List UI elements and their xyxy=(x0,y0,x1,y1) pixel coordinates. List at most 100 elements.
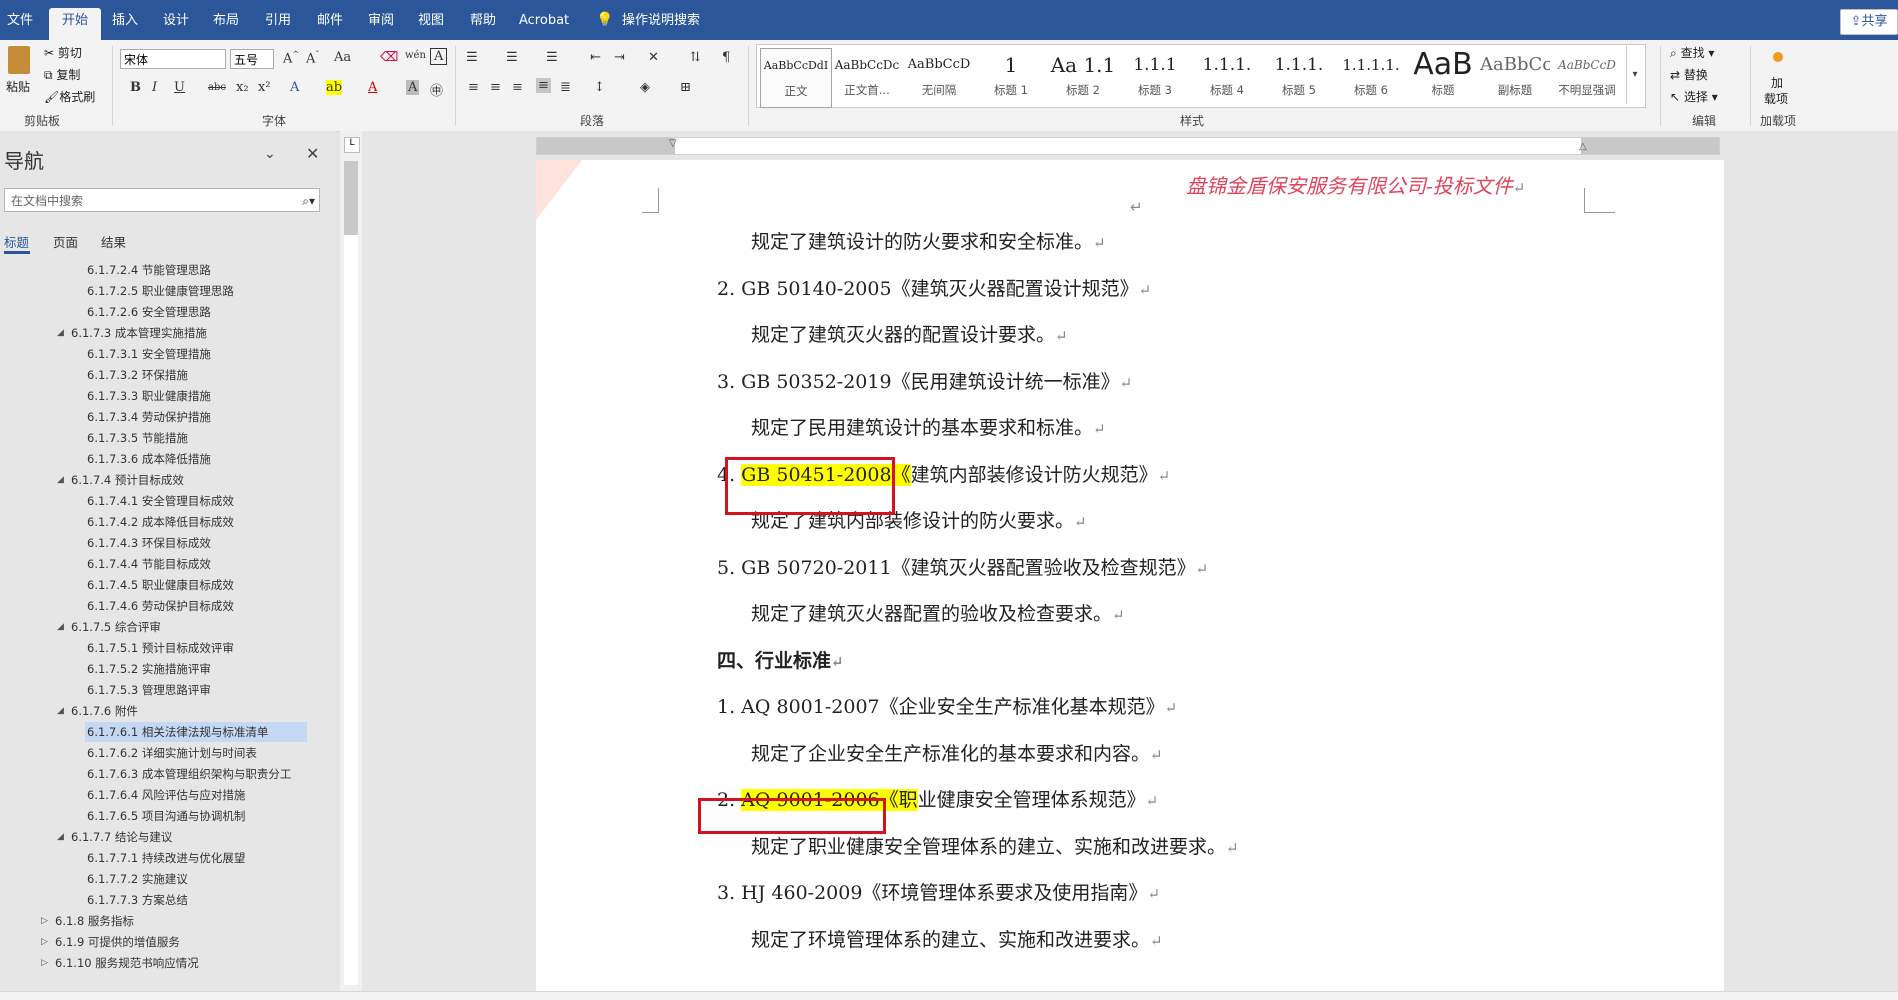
nav-heading-item[interactable]: 6.1.7.6.3 成本管理组织架构与职责分工 xyxy=(85,764,291,784)
nav-heading-item[interactable]: 6.1.7.6 附件 xyxy=(69,701,138,721)
search-icon[interactable]: ⌕▾ xyxy=(302,189,315,213)
nav-heading-item[interactable]: 6.1.7.6.1 相关法律法规与标准清单 xyxy=(85,722,307,742)
copy-button[interactable]: ⧉ 复制 xyxy=(44,66,80,83)
bullets-icon[interactable]: ☰ xyxy=(466,50,478,65)
style-4[interactable]: Aa 1.1 标题 2 xyxy=(1048,48,1118,106)
clear-format-icon[interactable]: ⌫ xyxy=(380,50,398,65)
collapse-icon[interactable]: ◢ xyxy=(57,328,64,338)
standard-description[interactable]: 规定了民用建筑设计的基本要求和标准。↵ xyxy=(751,413,1106,440)
nav-heading-item[interactable]: 6.1.10 服务规范书响应情况 xyxy=(53,953,199,973)
collapse-icon[interactable]: ◢ xyxy=(57,622,64,632)
nav-tab-0[interactable]: 标题 xyxy=(4,232,29,251)
style-5[interactable]: 1.1.1 标题 3 xyxy=(1120,48,1190,106)
bold-icon[interactable]: B xyxy=(130,80,141,95)
expand-icon[interactable]: ▷ xyxy=(41,937,48,947)
font-color-icon[interactable]: A xyxy=(368,80,377,95)
ribbon-tab-9[interactable]: 帮助 xyxy=(470,8,496,40)
style-8[interactable]: 1.1.1.1. 标题 6 xyxy=(1336,48,1406,106)
asian-layout-icon[interactable]: ✕ xyxy=(648,50,659,65)
format-painter-button[interactable]: 🖌格式刷 xyxy=(44,88,95,105)
page-header-text[interactable]: 盘锦金盾保安服务有限公司-投标文件↵ xyxy=(1186,170,1525,199)
nav-heading-item[interactable]: 6.1.7.5.2 实施措施评审 xyxy=(85,659,211,679)
nav-heading-item[interactable]: 6.1.7.3.1 安全管理措施 xyxy=(85,344,211,364)
text-effects-icon[interactable]: A xyxy=(290,80,299,95)
share-button[interactable]: ⇪共享 xyxy=(1840,9,1898,35)
section-heading[interactable]: 四、行业标准↵ xyxy=(717,646,844,673)
collapse-icon[interactable]: ◢ xyxy=(57,832,64,842)
indent-marker-icon[interactable]: ▽ xyxy=(669,138,677,149)
standard-description[interactable]: 规定了企业安全生产标准化的基本要求和内容。↵ xyxy=(751,739,1163,766)
nav-heading-item[interactable]: 6.1.7.6.5 项目沟通与协调机制 xyxy=(85,806,245,826)
style-3[interactable]: 1 标题 1 xyxy=(976,48,1046,106)
document-page[interactable]: 盘锦金盾保安服务有限公司-投标文件↵ ↵ 规定了建筑设计的防火要求和安全标准。↵… xyxy=(536,160,1724,1000)
enclose-char-icon[interactable]: ㊥ xyxy=(430,80,443,99)
subscript-icon[interactable]: x₂ xyxy=(236,80,249,95)
shading-icon[interactable]: ◈ xyxy=(640,80,650,95)
standard-description[interactable]: 规定了职业健康安全管理体系的建立、实施和改进要求。↵ xyxy=(751,832,1239,859)
nav-heading-item[interactable]: 6.1.7.4.1 安全管理目标成效 xyxy=(85,491,234,511)
borders-icon[interactable]: ⊞ xyxy=(680,80,691,95)
ribbon-tab-1[interactable]: 开始 xyxy=(49,8,102,40)
paste-button[interactable]: 粘贴 xyxy=(6,78,30,95)
font-name-combo[interactable]: 宋体 xyxy=(120,49,226,69)
nav-heading-item[interactable]: 6.1.7.7.3 方案总结 xyxy=(85,890,188,910)
nav-heading-item[interactable]: 6.1.7.4.5 职业健康目标成效 xyxy=(85,575,234,595)
nav-tab-1[interactable]: 页面 xyxy=(53,232,78,251)
style-10[interactable]: AaBbCc 副标题 xyxy=(1480,48,1550,106)
standard-description[interactable]: 规定了环境管理体系的建立、实施和改进要求。↵ xyxy=(751,925,1163,952)
nav-heading-item[interactable]: 6.1.7.4.4 节能目标成效 xyxy=(85,554,211,574)
select-button[interactable]: ↖ 选择 ▾ xyxy=(1670,88,1718,105)
nav-heading-item[interactable]: 6.1.7.3.3 职业健康措施 xyxy=(85,386,211,406)
ribbon-tab-6[interactable]: 邮件 xyxy=(317,8,343,40)
char-shading-icon[interactable]: A xyxy=(406,80,420,95)
style-9[interactable]: AaB 标题 xyxy=(1408,48,1478,106)
nav-heading-item[interactable]: 6.1.7.6.2 详细实施计划与时间表 xyxy=(85,743,257,763)
grow-font-icon[interactable]: A^ xyxy=(283,50,299,66)
superscript-icon[interactable]: x² xyxy=(258,80,271,95)
chevron-down-icon[interactable]: ⌄ xyxy=(264,146,276,162)
nav-heading-item[interactable]: 6.1.8 服务指标 xyxy=(53,911,134,931)
standard-list-item[interactable]: 3. HJ 460-2009《环境管理体系要求及使用指南》↵ xyxy=(717,878,1160,905)
close-icon[interactable]: ✕ xyxy=(306,144,319,163)
underline-icon[interactable]: U xyxy=(174,80,185,95)
standard-description[interactable]: 规定了建筑灭火器配置的验收及检查要求。↵ xyxy=(751,599,1125,626)
standard-description[interactable]: 规定了建筑设计的防火要求和安全标准。↵ xyxy=(751,227,1106,254)
italic-icon[interactable]: I xyxy=(152,80,157,95)
numbering-icon[interactable]: ☰ xyxy=(506,50,518,65)
justify-icon[interactable]: ≡ xyxy=(536,78,551,93)
nav-heading-item[interactable]: 6.1.7.3.4 劳动保护措施 xyxy=(85,407,211,427)
ribbon-tab-4[interactable]: 布局 xyxy=(213,8,239,40)
replace-button[interactable]: ⇄ 替换 xyxy=(1670,66,1708,83)
nav-heading-item[interactable]: 6.1.7.5 综合评审 xyxy=(69,617,161,637)
nav-search-input[interactable]: 在文档中搜索 ⌕▾ xyxy=(4,188,320,212)
nav-heading-item[interactable]: 6.1.7.4.2 成本降低目标成效 xyxy=(85,512,234,532)
nav-heading-item[interactable]: 6.1.7.7 结论与建议 xyxy=(69,827,172,847)
standard-list-item[interactable]: 2. GB 50140-2005《建筑灭火器配置设计规范》↵ xyxy=(717,274,1151,301)
nav-heading-item[interactable]: 6.1.7.7.2 实施建议 xyxy=(85,869,188,889)
increase-indent-icon[interactable]: ⇥ xyxy=(614,50,625,65)
ribbon-tab-0[interactable]: 文件 xyxy=(7,8,33,40)
collapse-icon[interactable]: ◢ xyxy=(57,475,64,485)
decrease-indent-icon[interactable]: ⇤ xyxy=(590,50,601,65)
sort-icon[interactable]: ⇅ xyxy=(690,50,701,65)
cut-button[interactable]: ✂ 剪切 xyxy=(44,44,82,61)
tell-me-search[interactable]: 操作说明搜索 xyxy=(622,8,700,40)
find-button[interactable]: ⌕ 查找 ▾ xyxy=(1670,44,1714,61)
font-size-combo[interactable]: 五号 xyxy=(230,49,274,69)
nav-heading-item[interactable]: 6.1.7.4 预计目标成效 xyxy=(69,470,184,490)
distributed-icon[interactable]: ≣ xyxy=(560,80,571,95)
styles-more-icon[interactable]: ▾ xyxy=(1626,46,1643,104)
nav-heading-item[interactable]: 6.1.7.3.6 成本降低措施 xyxy=(85,449,211,469)
char-border-icon[interactable]: A xyxy=(430,48,448,65)
ribbon-tab-2[interactable]: 插入 xyxy=(112,8,138,40)
change-case-icon[interactable]: Aa xyxy=(334,50,351,65)
align-right-icon[interactable]: ≡ xyxy=(512,80,523,95)
ribbon-tab-3[interactable]: 设计 xyxy=(163,8,189,40)
nav-heading-item[interactable]: 6.1.7.6.4 风险评估与应对措施 xyxy=(85,785,245,805)
style-6[interactable]: 1.1.1. 标题 4 xyxy=(1192,48,1262,106)
nav-heading-item[interactable]: 6.1.7.7.1 持续改进与优化展望 xyxy=(85,848,245,868)
addins-label-1[interactable]: 加 xyxy=(1771,74,1783,91)
nav-heading-item[interactable]: 6.1.7.4.3 环保目标成效 xyxy=(85,533,211,553)
standard-list-item[interactable]: 5. GB 50720-2011《建筑灭火器配置验收及检查规范》↵ xyxy=(717,553,1208,580)
style-1[interactable]: AaBbCcDc 正文首... xyxy=(832,48,902,106)
